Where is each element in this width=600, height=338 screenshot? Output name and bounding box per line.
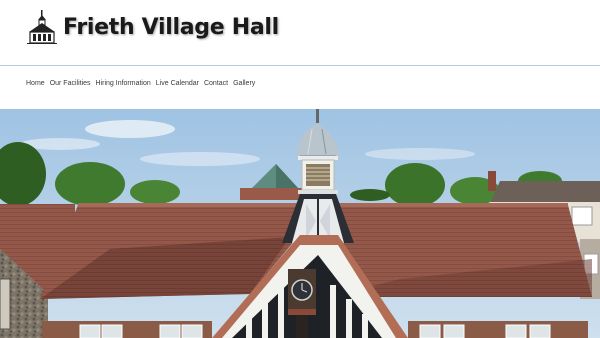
nav-item-our-facilities[interactable]: Our Facilities: [50, 80, 91, 87]
village-hall-icon[interactable]: [27, 10, 57, 44]
site-header: Frieth Village Hall: [0, 0, 600, 65]
nav-item-home[interactable]: Home: [26, 80, 45, 87]
site-title[interactable]: Frieth Village Hall: [63, 15, 279, 40]
nav-item-gallery[interactable]: Gallery: [233, 80, 255, 87]
nav-item-hiring-information[interactable]: Hiring Information: [96, 80, 151, 87]
header-divider: [0, 65, 600, 66]
hero-image: [0, 109, 600, 338]
nav-item-contact[interactable]: Contact: [204, 80, 228, 87]
main-nav: Home Our Facilities Hiring Information L…: [26, 80, 255, 87]
nav-item-live-calendar[interactable]: Live Calendar: [156, 80, 199, 87]
